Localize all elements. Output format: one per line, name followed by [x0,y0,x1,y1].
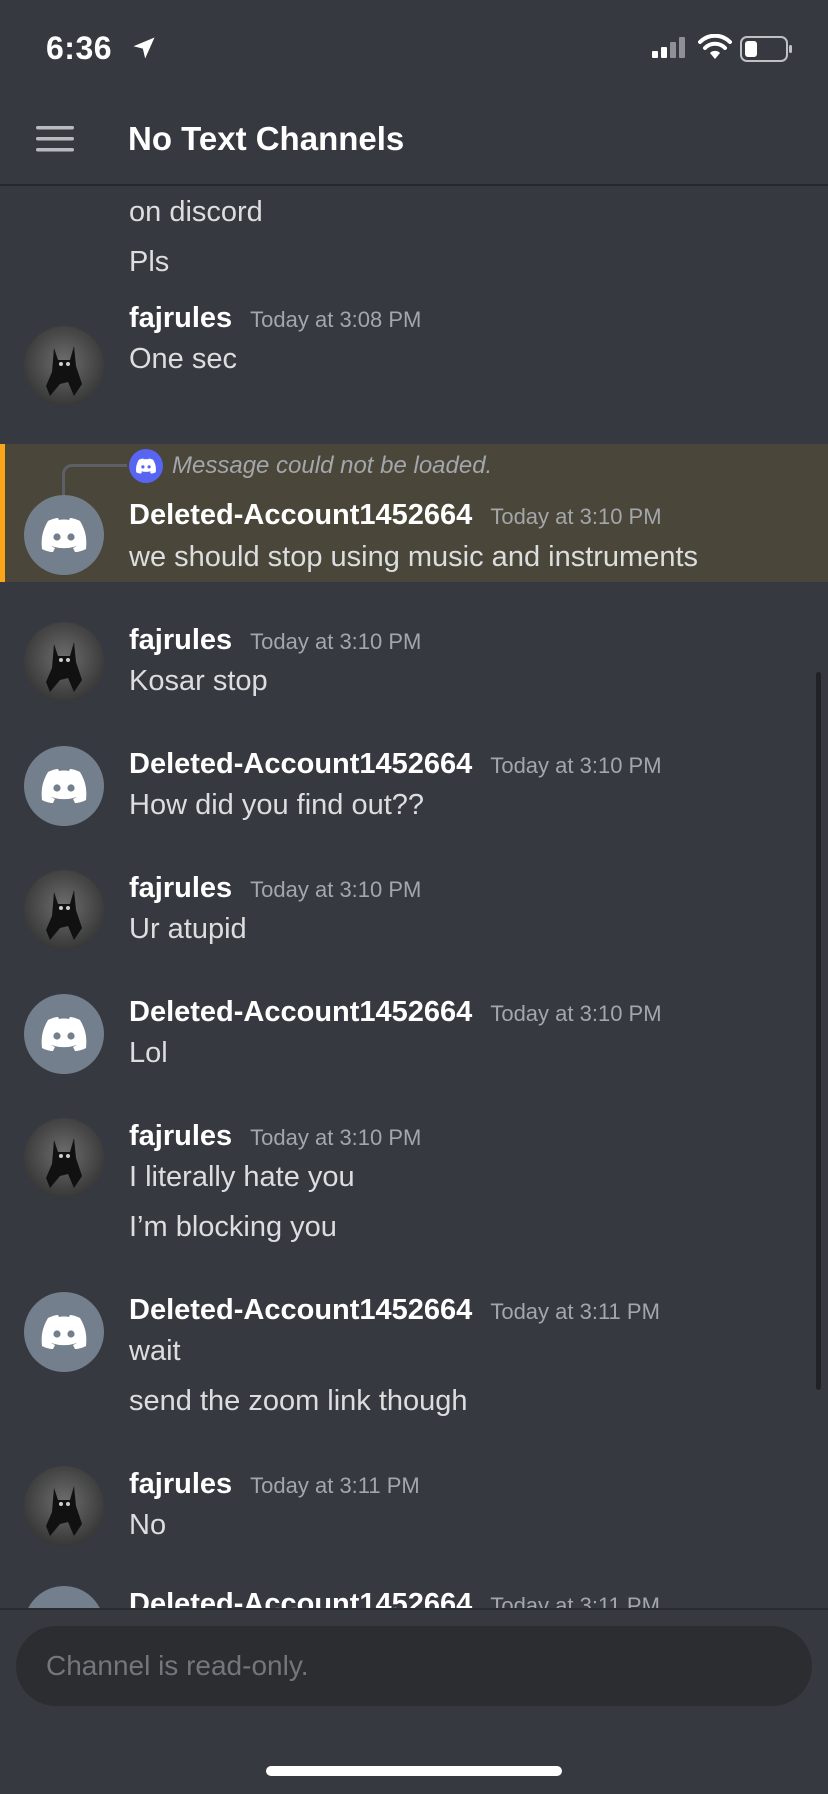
timestamp: Today at 3:10 PM [490,753,662,778]
hamburger-menu-icon[interactable] [36,126,74,152]
message-header: Deleted-Account1452664 Today at 3:10 PM [129,748,662,781]
avatar-discord[interactable] [24,1292,104,1372]
message-text: wait [129,1335,181,1367]
scrollbar[interactable] [816,672,821,1390]
message-input[interactable] [44,1649,784,1683]
author-name[interactable]: Deleted-Account1452664 [129,1588,472,1608]
timestamp: Today at 3:11 PM [490,1593,660,1608]
author-name[interactable]: Deleted-Account1452664 [129,748,472,780]
author-name[interactable]: fajrules [129,872,232,904]
avatar-cat[interactable] [24,1118,104,1198]
timestamp: Today at 3:10 PM [250,629,422,654]
message-header: Deleted-Account1452664 Today at 3:10 PM [129,499,662,532]
message-header: fajrules Today at 3:10 PM [129,872,421,905]
message-text: I’m blocking you [129,1211,337,1243]
discord-logo-icon [129,449,163,483]
message-text: No [129,1509,167,1541]
message-list[interactable]: on discord Pls fajrules Today at 3:08 PM … [0,186,828,1608]
author-name[interactable]: fajrules [129,624,232,656]
discord-logo-icon [41,1315,87,1349]
message-composer[interactable] [16,1626,812,1706]
battery-low-icon [740,36,792,62]
message-text: How did you find out?? [129,789,425,821]
author-name[interactable]: fajrules [129,1120,232,1152]
reply-preview[interactable]: Message could not be loaded. [172,452,492,480]
cat-icon [46,1486,82,1536]
message-text: Ur atupid [129,913,247,945]
avatar-cat[interactable] [24,622,104,702]
timestamp: Today at 3:10 PM [250,1125,422,1150]
timestamp: Today at 3:10 PM [250,877,422,902]
avatar-cat[interactable] [24,870,104,950]
avatar-cat[interactable] [24,1466,104,1546]
cat-icon [46,642,82,692]
timestamp: Today at 3:08 PM [250,307,422,332]
message-header: Deleted-Account1452664 Today at 3:10 PM [129,996,662,1029]
cat-icon [46,1138,82,1188]
message-text: I literally hate you [129,1161,355,1193]
location-arrow-icon [133,37,155,59]
avatar-discord[interactable] [24,994,104,1074]
author-name[interactable]: Deleted-Account1452664 [129,996,472,1028]
message-text: Pls [129,246,170,278]
message-header: fajrules Today at 3:10 PM [129,624,421,657]
message-header: fajrules Today at 3:08 PM [129,302,421,335]
message-header: fajrules Today at 3:11 PM [129,1468,420,1501]
discord-logo-icon [41,769,87,803]
timestamp: Today at 3:11 PM [250,1473,420,1498]
avatar-cat[interactable] [24,326,104,406]
message-header: fajrules Today at 3:10 PM [129,1120,421,1153]
status-time: 6:36 [46,30,113,66]
channel-title: No Text Channels [128,120,405,157]
message-text: One sec [129,343,237,375]
cellular-signal-icon [652,37,685,58]
message-text: send the zoom link though [129,1385,468,1417]
author-name[interactable]: fajrules [129,302,232,334]
message-text: Lol [129,1037,168,1069]
message-text: Kosar stop [129,665,268,697]
timestamp: Today at 3:10 PM [490,1001,662,1026]
avatar-discord[interactable] [24,1586,104,1608]
home-indicator[interactable] [266,1766,562,1776]
reply-connector [62,464,127,497]
avatar-discord[interactable] [24,746,104,826]
message-header: Deleted-Account1452664 Today at 3:11 PM [129,1294,660,1327]
discord-logo-icon [41,1017,87,1051]
author-name[interactable]: Deleted-Account1452664 [129,1294,472,1326]
cat-icon [46,346,82,396]
author-name[interactable]: Deleted-Account1452664 [129,499,472,531]
wifi-icon [698,34,732,59]
author-name[interactable]: fajrules [129,1468,232,1500]
message-text: on discord [129,196,263,228]
message-text: we should stop using music and instrumen… [129,541,699,573]
top-bar: 6:36 No Text Channels [0,0,828,186]
timestamp: Today at 3:10 PM [490,504,662,529]
discord-logo-icon [41,518,87,552]
avatar-discord[interactable] [24,495,104,575]
timestamp: Today at 3:11 PM [490,1299,660,1324]
cat-icon [46,890,82,940]
message-header: Deleted-Account1452664 Today at 3:11 PM [129,1588,660,1608]
